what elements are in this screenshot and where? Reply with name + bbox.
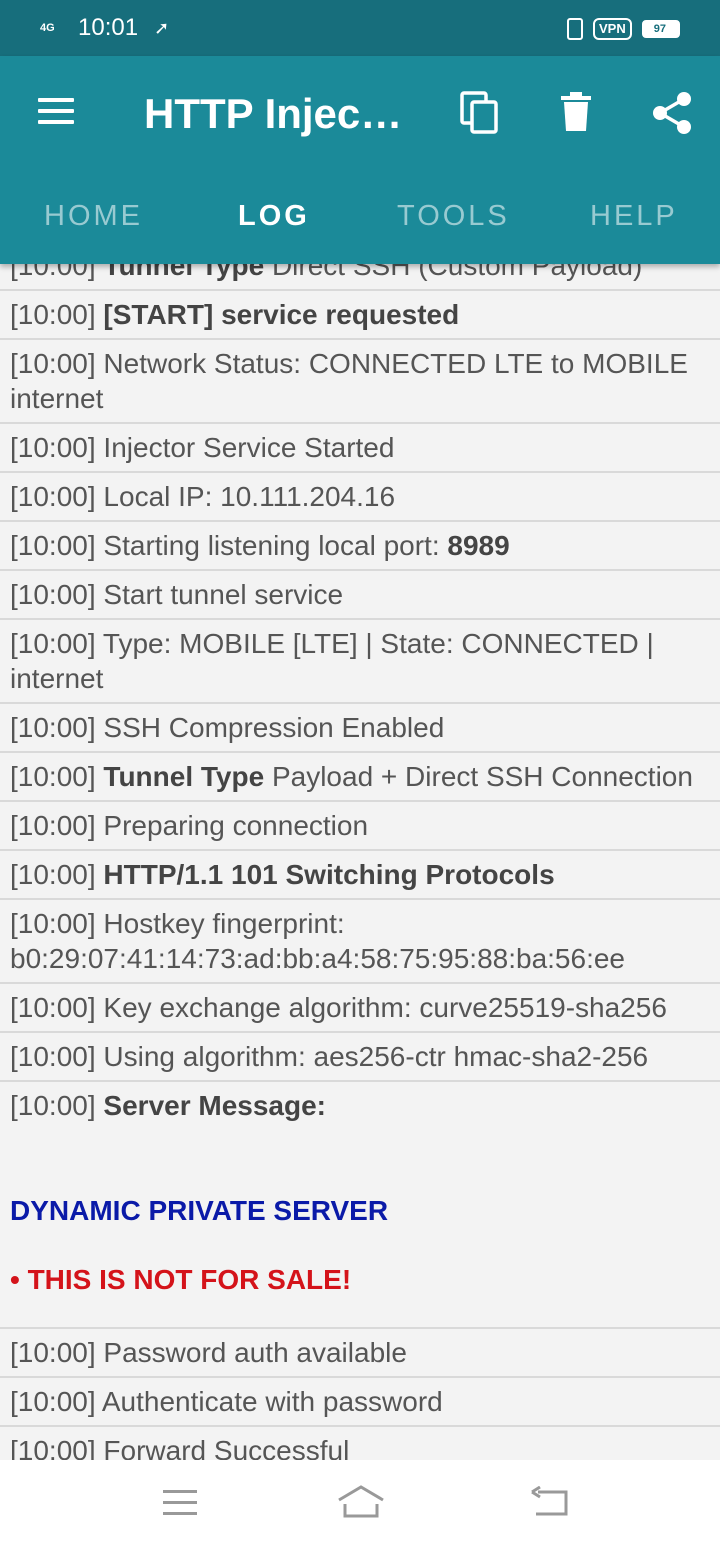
log-timestamp: [10:00] <box>10 1041 96 1072</box>
log-entry: [10:00] Authenticate with password <box>0 1378 720 1427</box>
log-timestamp: [10:00] <box>10 432 96 463</box>
tab-help[interactable]: HELP <box>590 200 678 233</box>
log-entry: [10:00] Local IP: 10.111.204.16 <box>0 473 720 522</box>
log-text: Hostkey fingerprint: b0:29:07:41:14:73:a… <box>10 908 626 974</box>
log-entries-after: [10:00] Password auth available [10:00] A… <box>0 1329 720 1460</box>
log-timestamp: [10:00] <box>10 530 96 561</box>
tab-home[interactable]: HOME <box>44 200 143 233</box>
log-entries: [10:00] [START] service requested [10:00]… <box>0 291 720 1082</box>
trash-icon[interactable] <box>557 91 595 133</box>
log-timestamp: [10:00] <box>10 908 96 939</box>
server-message-label: Server Message: <box>103 1090 326 1121</box>
log-text: Authenticate with password <box>101 1386 443 1417</box>
log-entry: [10:00] Network Status: CONNECTED LTE to… <box>0 340 720 424</box>
share-icon[interactable] <box>650 91 694 135</box>
log-timestamp: [10:00] <box>10 1435 96 1460</box>
log-text: Using algorithm: aes256-ctr hmac-sha2-25… <box>103 1041 649 1072</box>
log-timestamp: [10:00] <box>10 299 96 330</box>
log-text: Starting listening local port: <box>103 530 448 561</box>
log-text: Preparing connection <box>103 810 369 841</box>
log-text: Key exchange algorithm: curve25519-sha25… <box>103 992 667 1023</box>
log-timestamp: [10:00] <box>10 1386 96 1417</box>
server-message-line-1: DYNAMIC PRIVATE SERVER <box>10 1195 389 1226</box>
log-text: Payload + Direct SSH Connection <box>264 761 693 792</box>
log-bold-text: Tunnel Type <box>103 761 265 792</box>
server-message-entry: [10:00] Server Message: DYNAMIC PRIVATE … <box>0 1082 720 1329</box>
log-text: Network Status: CONNECTED LTE to MOBILE … <box>10 348 688 414</box>
home-button[interactable] <box>336 1484 386 1520</box>
log-bold-value: 8989 <box>447 530 510 561</box>
log-entry: [10:00] Tunnel Type Payload + Direct SSH… <box>0 753 720 802</box>
log-text: Password auth available <box>103 1337 407 1368</box>
log-entry: [10:00] Hostkey fingerprint: b0:29:07:41… <box>0 900 720 984</box>
log-entry: [10:00] Type: MOBILE [LTE] | State: CONN… <box>0 620 720 704</box>
log-timestamp: [10:00] <box>10 992 96 1023</box>
navigation-bar <box>0 1460 720 1544</box>
log-text: Forward Successful <box>103 1435 350 1460</box>
log-bold-text: [START] service requested <box>103 299 460 330</box>
log-entry: [10:00] Injector Service Started <box>0 424 720 473</box>
status-left: 4G 10:01 ➚ <box>40 12 169 44</box>
log-entry: [10:00] Forward Successful <box>0 1427 720 1460</box>
log-entry: [10:00] Using algorithm: aes256-ctr hmac… <box>0 1033 720 1082</box>
log-entry: [10:00] Password auth available <box>0 1329 720 1378</box>
log-text: SSH Compression Enabled <box>103 712 445 743</box>
signal-icon: 4G <box>40 22 74 34</box>
recent-apps-button[interactable] <box>163 1490 197 1518</box>
log-entry: [10:00] Start tunnel service <box>0 571 720 620</box>
menu-icon[interactable] <box>38 98 74 128</box>
log-entry: [10:00] Preparing connection <box>0 802 720 851</box>
log-entry: [10:00] SSH Compression Enabled <box>0 704 720 753</box>
log-bold-text: HTTP/1.1 101 Switching Protocols <box>103 859 555 890</box>
clock: 10:01 <box>78 14 139 41</box>
log-timestamp: [10:00] <box>10 810 96 841</box>
vibrate-icon <box>567 18 584 40</box>
battery-level: 97 <box>651 23 668 35</box>
copy-icon[interactable] <box>460 91 500 135</box>
log-timestamp: [10:00] <box>10 348 96 379</box>
back-button[interactable] <box>530 1486 570 1518</box>
log-timestamp: [10:00] <box>10 1337 96 1368</box>
log-text: Type: MOBILE [LTE] | State: CONNECTED | … <box>10 628 654 694</box>
rocket-icon: ➚ <box>154 17 170 38</box>
log-timestamp: [10:00] <box>10 761 96 792</box>
log-entry: [10:00] Starting listening local port: 8… <box>0 522 720 571</box>
log-timestamp: [10:00] <box>10 579 96 610</box>
app-bar: HTTP Injector HOME LOG TOOLS HELP <box>0 56 720 264</box>
log-entry: [10:00] [START] service requested <box>0 291 720 340</box>
status-right: VPN 97 <box>567 14 680 44</box>
tab-log[interactable]: LOG <box>238 200 310 233</box>
log-text: Injector Service Started <box>103 432 395 463</box>
log-entry: [10:00] HTTP/1.1 101 Switching Protocols <box>0 851 720 900</box>
log-entry: [10:00] Key exchange algorithm: curve255… <box>0 984 720 1033</box>
tab-tools[interactable]: TOOLS <box>397 200 510 233</box>
battery-icon: 97 <box>641 20 680 38</box>
log-timestamp: [10:00] <box>10 712 96 743</box>
log-timestamp: [10:00] <box>10 628 96 659</box>
network-type: 4G <box>40 22 55 34</box>
vpn-badge: VPN <box>593 18 632 40</box>
status-bar: 4G 10:01 ➚ VPN 97 <box>0 0 720 56</box>
log-list[interactable]: [10:00] Tunnel Type Direct SSH (Custom P… <box>0 236 720 1460</box>
tab-bar: HOME LOG TOOLS HELP <box>0 192 720 240</box>
log-timestamp: [10:00] <box>10 481 96 512</box>
log-timestamp: [10:00] <box>10 859 96 890</box>
server-message-line-2: • THIS IS NOT FOR SALE! <box>10 1264 352 1295</box>
log-text: Local IP: 10.111.204.16 <box>103 481 396 512</box>
app-title: HTTP Injector <box>144 90 414 137</box>
log-text: Start tunnel service <box>103 579 344 610</box>
